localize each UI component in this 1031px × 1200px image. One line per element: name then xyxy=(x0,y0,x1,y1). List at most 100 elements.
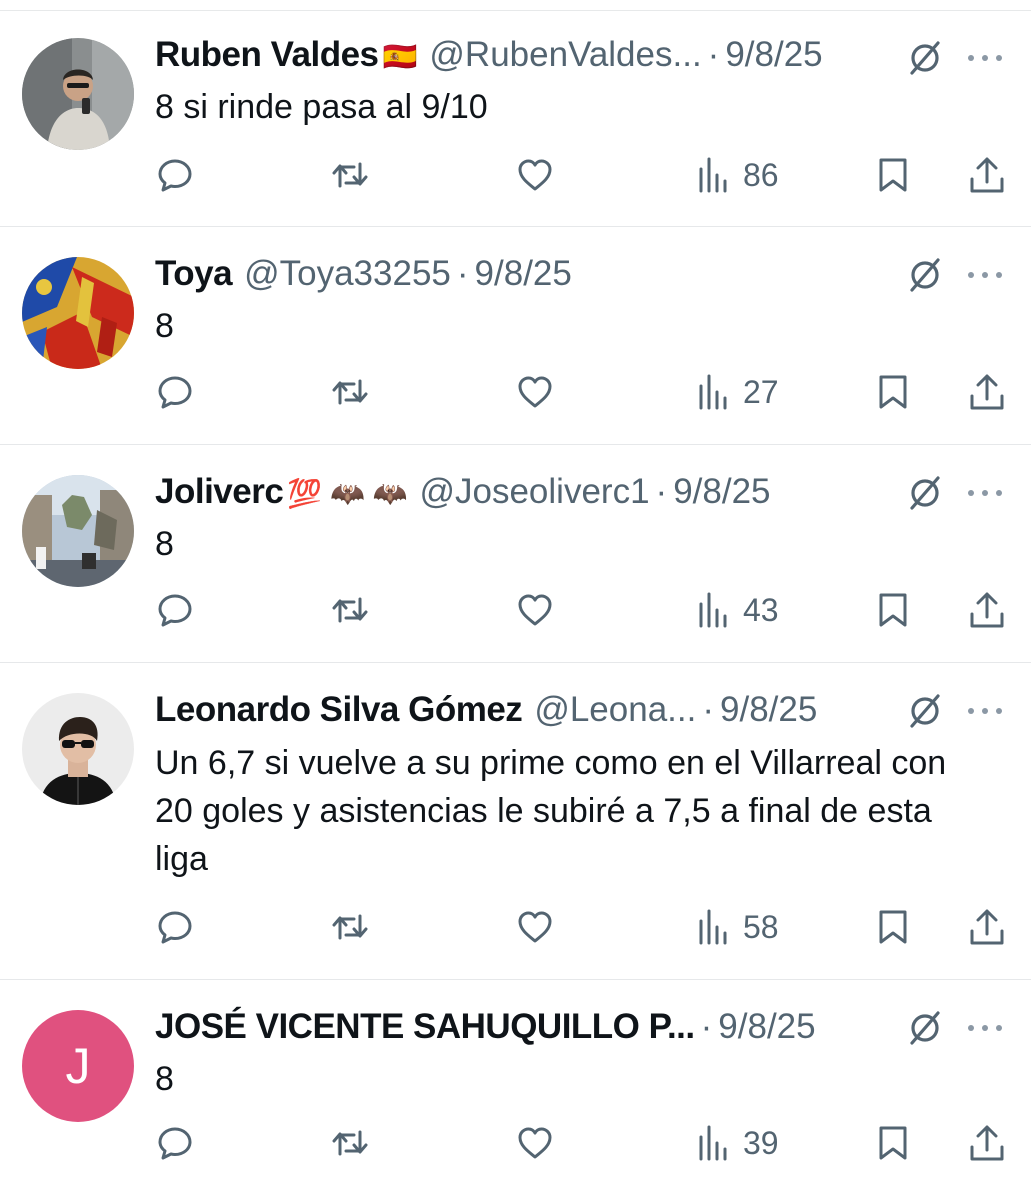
views-count: 58 xyxy=(743,908,779,945)
views-bar-chart-icon xyxy=(699,374,727,410)
avatar[interactable] xyxy=(22,257,134,369)
repost-icon xyxy=(332,914,368,940)
more-dots-icon[interactable] xyxy=(965,483,1005,503)
post-date[interactable]: 9/8/25 xyxy=(725,33,822,77)
post-text: 8 si rinde pasa al 9/10 xyxy=(155,88,488,126)
author-name[interactable]: Ruben Valdes xyxy=(155,33,379,77)
avatar[interactable] xyxy=(22,693,134,805)
repost-icon xyxy=(332,379,368,405)
bookmark-button[interactable] xyxy=(873,370,913,414)
views-button[interactable]: 86 xyxy=(695,153,779,197)
views-bar-chart-icon xyxy=(699,909,727,945)
more-dots-icon[interactable] xyxy=(965,265,1005,285)
reply-post[interactable]: Leonardo Silva Gómez @Leona... · 9/8/25 … xyxy=(0,663,1031,980)
grok-slash-circle-icon[interactable] xyxy=(905,473,945,513)
post-header: Ruben Valdes 🇪🇸 @RubenValdes... · 9/8/25 xyxy=(155,33,881,77)
heart-icon xyxy=(518,376,552,408)
bookmark-button[interactable] xyxy=(873,905,913,949)
repost-button[interactable] xyxy=(330,370,370,414)
reply-post[interactable]: Toya @Toya33255 · 9/8/25 8 27 xyxy=(0,227,1031,445)
views-button[interactable]: 27 xyxy=(695,370,779,414)
reply-icon xyxy=(158,911,192,944)
bookmark-icon xyxy=(879,375,907,409)
reply-button[interactable] xyxy=(155,370,195,414)
post-header: Toya @Toya33255 · 9/8/25 xyxy=(155,252,881,296)
like-button[interactable] xyxy=(515,370,555,414)
post-header: Leonardo Silva Gómez @Leona... · 9/8/25 xyxy=(155,688,881,732)
bookmark-icon xyxy=(879,158,907,192)
share-button[interactable] xyxy=(967,370,1007,414)
action-bar: 86 xyxy=(155,153,1015,197)
bookmark-button[interactable] xyxy=(873,588,913,632)
grok-slash-circle-icon[interactable] xyxy=(905,255,945,295)
separator: · xyxy=(655,472,668,511)
heart-icon xyxy=(518,1127,552,1159)
author-name[interactable]: Leonardo Silva Gómez xyxy=(155,688,523,732)
post-date[interactable]: 9/8/25 xyxy=(720,688,817,732)
post-header: Joliverc 💯 🦇 🦇 @Joseoliverc1 · 9/8/25 xyxy=(155,470,881,514)
author-name[interactable]: Joliverc xyxy=(155,470,284,514)
views-button[interactable]: 43 xyxy=(695,588,779,632)
repost-button[interactable] xyxy=(330,1121,370,1165)
share-button[interactable] xyxy=(967,153,1007,197)
reply-icon xyxy=(158,1127,192,1160)
share-icon xyxy=(970,909,1004,945)
like-button[interactable] xyxy=(515,588,555,632)
post-text: Un 6,7 si vuelve a su prime como en el V… xyxy=(155,744,947,878)
reply-post[interactable]: J JOSÉ VICENTE SAHUQUILLO P... · 9/8/25 … xyxy=(0,980,1031,1200)
more-dots-icon[interactable] xyxy=(965,48,1005,68)
share-button[interactable] xyxy=(967,905,1007,949)
repost-button[interactable] xyxy=(330,905,370,949)
views-bar-chart-icon xyxy=(699,1125,727,1161)
like-button[interactable] xyxy=(515,905,555,949)
avatar[interactable] xyxy=(22,38,134,150)
action-bar: 58 xyxy=(155,905,1015,949)
views-bar-chart-icon xyxy=(699,592,727,628)
avatar[interactable] xyxy=(22,475,134,587)
action-bar: 43 xyxy=(155,588,1015,632)
views-count: 39 xyxy=(743,1124,779,1161)
reply-post[interactable]: Ruben Valdes 🇪🇸 @RubenValdes... · 9/8/25… xyxy=(0,10,1031,227)
name-emoji: 💯 🦇 🦇 xyxy=(287,478,408,509)
reply-button[interactable] xyxy=(155,588,195,632)
more-dots-icon[interactable] xyxy=(965,1018,1005,1038)
reply-icon xyxy=(158,594,192,627)
grok-slash-circle-icon[interactable] xyxy=(905,38,945,78)
repost-icon xyxy=(332,597,368,623)
grok-slash-circle-icon[interactable] xyxy=(905,1008,945,1048)
author-handle[interactable]: @Joseoliverc1 xyxy=(419,470,649,514)
reply-post[interactable]: Joliverc 💯 🦇 🦇 @Joseoliverc1 · 9/8/25 8 xyxy=(0,445,1031,663)
bookmark-button[interactable] xyxy=(873,1121,913,1165)
author-handle[interactable]: @RubenValdes... xyxy=(429,33,701,77)
reply-button[interactable] xyxy=(155,905,195,949)
repost-button[interactable] xyxy=(330,153,370,197)
repost-button[interactable] xyxy=(330,588,370,632)
views-button[interactable]: 39 xyxy=(695,1121,779,1165)
repost-icon xyxy=(332,162,368,188)
author-handle[interactable]: @Toya33255 xyxy=(244,252,451,296)
share-icon xyxy=(970,1125,1004,1161)
author-name[interactable]: Toya xyxy=(155,252,233,296)
like-button[interactable] xyxy=(515,153,555,197)
views-count: 43 xyxy=(743,591,779,628)
name-emoji: 🇪🇸 xyxy=(382,41,418,72)
separator: · xyxy=(456,254,469,293)
reply-button[interactable] xyxy=(155,153,195,197)
grok-slash-circle-icon[interactable] xyxy=(905,691,945,731)
bookmark-button[interactable] xyxy=(873,153,913,197)
like-button[interactable] xyxy=(515,1121,555,1165)
more-dots-icon[interactable] xyxy=(965,701,1005,721)
post-date[interactable]: 9/8/25 xyxy=(475,252,572,296)
views-button[interactable]: 58 xyxy=(695,905,779,949)
post-text: 8 xyxy=(155,307,174,345)
share-icon xyxy=(970,374,1004,410)
share-button[interactable] xyxy=(967,588,1007,632)
post-date[interactable]: 9/8/25 xyxy=(673,470,770,514)
author-handle[interactable]: @Leona... xyxy=(534,688,696,732)
post-text: 8 xyxy=(155,525,174,563)
author-name[interactable]: JOSÉ VICENTE SAHUQUILLO P... xyxy=(155,1005,695,1049)
reply-button[interactable] xyxy=(155,1121,195,1165)
share-button[interactable] xyxy=(967,1121,1007,1165)
avatar[interactable]: J xyxy=(22,1010,134,1122)
post-date[interactable]: 9/8/25 xyxy=(718,1005,815,1049)
